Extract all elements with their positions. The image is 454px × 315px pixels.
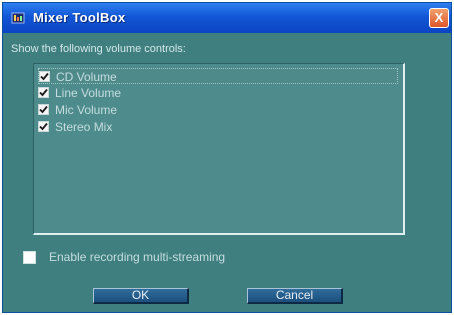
volume-controls-list[interactable]: CD Volume Line Volume Mic Volume Stereo … xyxy=(33,63,405,235)
checkmark-icon xyxy=(39,122,48,131)
app-icon xyxy=(11,12,25,24)
checkmark-icon xyxy=(39,88,48,97)
list-item-label: Stereo Mix xyxy=(55,120,113,134)
list-item-label: Line Volume xyxy=(55,86,122,100)
mixer-toolbox-dialog: Mixer ToolBox X Show the following volum… xyxy=(2,2,452,313)
close-button[interactable]: X xyxy=(429,8,449,28)
multi-streaming-label: Enable recording multi-streaming xyxy=(49,250,226,264)
checkbox[interactable] xyxy=(38,104,49,115)
checkbox[interactable] xyxy=(38,87,49,98)
list-item-label: Mic Volume xyxy=(55,103,118,117)
window-title: Mixer ToolBox xyxy=(33,10,126,25)
ok-button[interactable]: OK xyxy=(93,288,189,304)
list-item[interactable]: Line Volume xyxy=(38,85,398,101)
list-item-label: CD Volume xyxy=(56,70,117,84)
multi-streaming-checkbox[interactable] xyxy=(23,251,36,264)
checkbox[interactable] xyxy=(39,71,50,82)
checkmark-icon xyxy=(40,72,49,81)
close-icon: X xyxy=(434,10,444,25)
list-item[interactable]: CD Volume xyxy=(38,68,398,84)
instruction-label: Show the following volume controls: xyxy=(11,43,186,55)
checkmark-icon xyxy=(39,105,48,114)
list-item[interactable]: Mic Volume xyxy=(38,102,398,118)
checkbox[interactable] xyxy=(38,121,49,132)
list-item[interactable]: Stereo Mix xyxy=(38,119,398,135)
cancel-button[interactable]: Cancel xyxy=(247,288,343,304)
title-bar[interactable]: Mixer ToolBox X xyxy=(3,3,451,33)
